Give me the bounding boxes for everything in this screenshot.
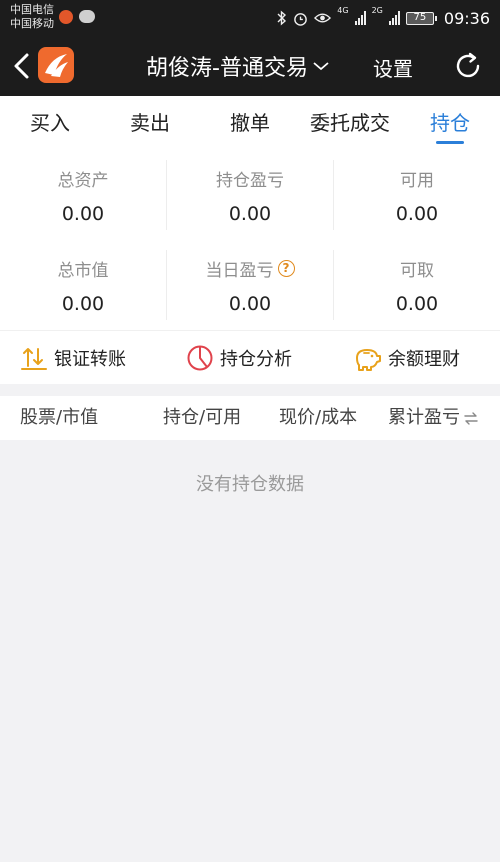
action-label: 余额理财 bbox=[388, 349, 460, 370]
stat-daily-pnl: 当日盈亏 ? 0.00 bbox=[167, 256, 333, 315]
nav-bar: 胡俊涛-普通交易 设置 bbox=[0, 36, 500, 96]
balance-finance-button[interactable]: 余额理财 bbox=[352, 341, 460, 375]
stat-value: 0.00 bbox=[61, 203, 105, 225]
chevron-down-icon bbox=[313, 62, 329, 71]
refresh-icon[interactable] bbox=[452, 50, 484, 82]
signal-icon-1 bbox=[354, 11, 366, 25]
tab-buy[interactable]: 买入 bbox=[0, 96, 100, 150]
chat-notification-icon bbox=[79, 10, 95, 23]
tab-positions[interactable]: 持仓 bbox=[400, 96, 500, 150]
carrier-1: 中国电信 bbox=[10, 3, 54, 16]
tab-orders[interactable]: 委托成交 bbox=[300, 96, 400, 150]
app-logo-mark bbox=[45, 54, 68, 77]
tab-sell[interactable]: 卖出 bbox=[100, 96, 200, 150]
column-header-holding[interactable]: 持仓/可用 bbox=[163, 396, 241, 440]
stat-label-row: 当日盈亏 ? bbox=[167, 256, 333, 281]
bank-transfer-button[interactable]: 银证转账 bbox=[20, 341, 126, 375]
signal-icon-2 bbox=[388, 11, 400, 25]
stat-value: 0.00 bbox=[395, 203, 439, 225]
notification-app-icon bbox=[59, 10, 73, 24]
bluetooth-icon bbox=[277, 10, 287, 26]
stat-label: 总资产 bbox=[57, 171, 109, 191]
piggy-bank-icon bbox=[356, 349, 381, 371]
position-analysis-button[interactable]: 持仓分析 bbox=[186, 341, 292, 375]
stat-market-value: 总市值 0.00 bbox=[0, 256, 166, 315]
tab-cancel[interactable]: 撤单 bbox=[200, 96, 300, 150]
network-type-1: 4G bbox=[337, 6, 349, 15]
action-label: 银证转账 bbox=[54, 349, 126, 370]
action-label: 持仓分析 bbox=[220, 349, 292, 370]
positions-table-header: 股票/市值 持仓/可用 现价/成本 累计盈亏 bbox=[0, 396, 500, 440]
stat-value: 0.00 bbox=[228, 203, 272, 225]
stat-value: 0.00 bbox=[395, 293, 439, 315]
eye-icon bbox=[314, 13, 332, 23]
carrier-2: 中国移动 bbox=[10, 17, 54, 30]
column-header-pnl[interactable]: 累计盈亏 bbox=[388, 396, 460, 440]
app-logo bbox=[38, 47, 74, 83]
stat-value: 0.00 bbox=[228, 293, 272, 315]
asset-summary: 总资产 0.00 持仓盈亏 0.00 可用 0.00 总市值 0.00 当日盈亏… bbox=[0, 150, 500, 330]
pie-chart-icon bbox=[187, 345, 213, 371]
stat-label: 持仓盈亏 bbox=[216, 171, 284, 191]
swap-icon[interactable] bbox=[463, 410, 479, 426]
help-icon[interactable]: ? bbox=[277, 260, 295, 277]
stat-label: 总市值 bbox=[57, 261, 109, 281]
battery-icon: 75 bbox=[405, 11, 437, 25]
empty-positions-message: 没有持仓数据 bbox=[196, 474, 304, 495]
column-header-stock[interactable]: 股票/市值 bbox=[20, 396, 98, 440]
clock: 09:36 bbox=[443, 8, 490, 28]
status-right: 4G 2G 75 09:36 bbox=[277, 7, 490, 29]
stat-available: 可用 0.00 bbox=[334, 166, 500, 225]
alarm-icon bbox=[294, 12, 308, 26]
chevron-left-icon[interactable] bbox=[10, 50, 34, 82]
status-bar: 中国电信 中国移动 4G 2G 75 09:36 bbox=[0, 0, 500, 36]
stat-position-pnl: 持仓盈亏 0.00 bbox=[167, 166, 333, 225]
column-header-price[interactable]: 现价/成本 bbox=[279, 396, 357, 440]
trade-tabs: 买入 卖出 撤单 委托成交 持仓 bbox=[0, 96, 500, 150]
stat-value: 0.00 bbox=[61, 293, 105, 315]
account-selector[interactable]: 胡俊涛-普通交易 bbox=[146, 50, 330, 82]
settings-button[interactable]: 设置 bbox=[373, 53, 413, 82]
stat-label: 当日盈亏 bbox=[205, 261, 274, 281]
page-title: 胡俊涛-普通交易 bbox=[146, 56, 308, 81]
stat-total-assets: 总资产 0.00 bbox=[0, 166, 166, 225]
quick-actions: 银证转账 持仓分析 余额理财 bbox=[0, 330, 500, 384]
network-type-2: 2G bbox=[371, 6, 383, 15]
transfer-icon bbox=[21, 348, 47, 370]
stat-withdrawable: 可取 0.00 bbox=[334, 256, 500, 315]
stat-label: 可取 bbox=[400, 261, 434, 281]
carrier-info: 中国电信 中国移动 bbox=[10, 3, 54, 31]
stat-label: 可用 bbox=[400, 171, 434, 191]
